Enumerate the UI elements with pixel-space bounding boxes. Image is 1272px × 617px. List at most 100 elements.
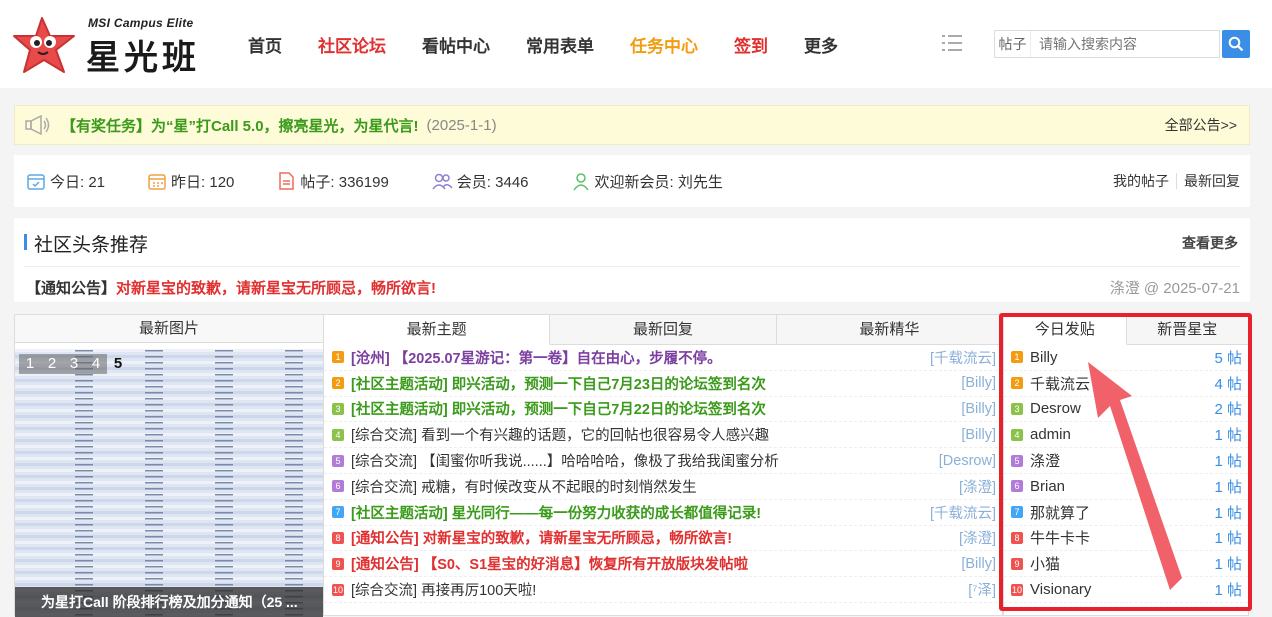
rank-list: 1 Billy 5 帖 2 千载流云 4 帖 3 Desrow 2 帖 4 admin 1 帖 5 涤澄 1… bbox=[1004, 345, 1248, 603]
topic-row[interactable]: 2 [社区主题活动] 即兴活动，预测一下自己7月23日的论坛签到名次 [Billy] bbox=[324, 371, 1002, 397]
topic-row[interactable]: 10 [综合交流] 再接再厉100天啦! [⁷泽] bbox=[324, 577, 1002, 603]
tab-latest-featured[interactable]: 最新精华 bbox=[777, 315, 1002, 344]
tab-latest-replies[interactable]: 最新回复 bbox=[550, 315, 777, 344]
topic-row[interactable]: 7 [社区主题活动] 星光同行——每一份努力收获的成长都值得记录! [千载流云] bbox=[324, 500, 1002, 526]
topic-title[interactable]: [综合交流] 戒糖，有时候改变从不起眼的时刻悄然发生 bbox=[351, 476, 697, 497]
rank-user-name[interactable]: admin bbox=[1030, 426, 1071, 443]
announcement-link[interactable]: 【有奖任务】为“星”打Call 5.0，擦亮星光，为星代言! bbox=[61, 115, 419, 136]
logo-subtitle: MSI Campus Elite bbox=[88, 16, 194, 30]
rank-user-name[interactable]: Visionary bbox=[1030, 581, 1091, 598]
topic-title[interactable]: [通知公告] 对新星宝的致歉，请新星宝无所顾忌，畅所欲言! bbox=[351, 527, 732, 548]
topic-title[interactable]: [综合交流] 看到一个有兴趣的话题，它的回帖也很容易令人感兴趣 bbox=[351, 424, 769, 445]
pager-1[interactable]: 1 bbox=[19, 354, 41, 374]
rank-row[interactable]: 10 Visionary 1 帖 bbox=[1004, 577, 1248, 603]
rank-row[interactable]: 1 Billy 5 帖 bbox=[1004, 345, 1248, 371]
rank-user-name[interactable]: 牛牛卡卡 bbox=[1030, 527, 1090, 548]
rank-number-badge: 2 bbox=[332, 377, 344, 390]
nav-more[interactable]: 更多 bbox=[804, 32, 838, 57]
search-button[interactable] bbox=[1222, 30, 1250, 58]
pager-4[interactable]: 4 bbox=[85, 354, 107, 374]
topic-author[interactable]: [Billy] bbox=[961, 556, 996, 572]
topic-author[interactable]: [千载流云] bbox=[930, 502, 996, 523]
headline-item[interactable]: 【通知公告】对新星宝的致歉，请新星宝无所顾忌，畅所欲言! bbox=[26, 277, 436, 298]
nav-forum[interactable]: 社区论坛 bbox=[318, 32, 386, 57]
list-menu-icon[interactable] bbox=[942, 34, 962, 52]
slideshow-pager: 1 2 3 4 5 bbox=[19, 354, 129, 374]
rank-user-name[interactable]: 那就算了 bbox=[1030, 502, 1090, 523]
site-logo[interactable]: MSI Campus Elite 星光班 bbox=[12, 14, 232, 78]
topic-row[interactable]: 8 [通知公告] 对新星宝的致歉，请新星宝无所顾忌，畅所欲言! [涤澄] bbox=[324, 526, 1002, 552]
rank-row[interactable]: 6 Brian 1 帖 bbox=[1004, 474, 1248, 500]
rank-user-name[interactable]: Desrow bbox=[1030, 400, 1081, 417]
tab-latest-pictures[interactable]: 最新图片 bbox=[15, 315, 323, 343]
topic-category: [综合交流] bbox=[351, 454, 418, 471]
rank-row[interactable]: 2 千载流云 4 帖 bbox=[1004, 371, 1248, 397]
rank-post-count: 4 帖 bbox=[1214, 375, 1242, 393]
rank-user-name[interactable]: 涤澄 bbox=[1030, 450, 1060, 471]
topic-row[interactable]: 3 [社区主题活动] 即兴活动，预测一下自己7月22日的论坛签到名次 [Billy] bbox=[324, 397, 1002, 423]
rank-row[interactable]: 5 涤澄 1 帖 bbox=[1004, 448, 1248, 474]
rank-user-name[interactable]: Billy bbox=[1030, 349, 1058, 366]
rank-row[interactable]: 8 牛牛卡卡 1 帖 bbox=[1004, 526, 1248, 552]
user-icon bbox=[572, 173, 589, 191]
rank-number-badge: 4 bbox=[332, 428, 344, 441]
announcement-date: (2025-1-1) bbox=[426, 116, 497, 134]
nav-signin[interactable]: 签到 bbox=[734, 32, 768, 57]
rank-number-badge: 5 bbox=[332, 454, 344, 467]
my-posts-link[interactable]: 我的帖子 bbox=[1113, 171, 1169, 191]
topic-row[interactable]: 6 [综合交流] 戒糖，有时候改变从不起眼的时刻悄然发生 [涤澄] bbox=[324, 474, 1002, 500]
topic-author[interactable]: [Billy] bbox=[961, 375, 996, 391]
tab-latest-topics[interactable]: 最新主题 bbox=[324, 315, 551, 345]
topic-row[interactable]: 1 [沧州] 【2025.07星游记：第一卷】自在由心，步履不停。 [千载流云] bbox=[324, 345, 1002, 371]
nav-home[interactable]: 首页 bbox=[248, 32, 282, 57]
topic-title[interactable]: [综合交流] 再接再厉100天啦! bbox=[351, 579, 536, 600]
topic-title[interactable]: [社区主题活动] 星光同行——每一份努力收获的成长都值得记录! bbox=[351, 502, 761, 523]
topic-title[interactable]: [沧州] 【2025.07星游记：第一卷】自在由心，步履不停。 bbox=[351, 347, 722, 368]
topic-title[interactable]: [社区主题活动] 即兴活动，预测一下自己7月22日的论坛签到名次 bbox=[351, 398, 766, 419]
view-more-link[interactable]: 查看更多 bbox=[1182, 233, 1238, 253]
picture-slideshow[interactable]: 1 2 3 4 5 为星打Call 阶段排行榜及加分通知（25 ... bbox=[15, 349, 323, 617]
rank-post-count: 1 帖 bbox=[1214, 504, 1242, 522]
nav-forms[interactable]: 常用表单 bbox=[526, 32, 594, 57]
latest-reply-link[interactable]: 最新回复 bbox=[1184, 171, 1240, 191]
rank-row[interactable]: 7 那就算了 1 帖 bbox=[1004, 500, 1248, 526]
topic-title[interactable]: [通知公告] 【S0、S1星宝的好消息】恢复所有开放版块发帖啦 bbox=[351, 553, 748, 574]
nav-tasks[interactable]: 任务中心 bbox=[630, 32, 698, 57]
pager-5[interactable]: 5 bbox=[107, 354, 129, 374]
topic-title[interactable]: [社区主题活动] 即兴活动，预测一下自己7月23日的论坛签到名次 bbox=[351, 373, 766, 394]
stat-today-text: 今日: 21 bbox=[50, 173, 106, 191]
pager-2[interactable]: 2 bbox=[41, 354, 63, 374]
rank-user-name[interactable]: 小猫 bbox=[1030, 553, 1060, 574]
search-input[interactable] bbox=[1031, 31, 1217, 57]
rank-row[interactable]: 3 Desrow 2 帖 bbox=[1004, 397, 1248, 423]
document-icon bbox=[279, 172, 295, 190]
tab-today-posts[interactable]: 今日发贴 bbox=[1004, 315, 1127, 345]
topic-author[interactable]: [⁷泽] bbox=[968, 579, 996, 600]
rank-row[interactable]: 4 admin 1 帖 bbox=[1004, 422, 1248, 449]
topic-author[interactable]: [涤澄] bbox=[959, 527, 996, 548]
tab-new-members[interactable]: 新晋星宝 bbox=[1127, 315, 1249, 344]
stat-new-member-text[interactable]: 欢迎新会员: 刘先生 bbox=[595, 171, 723, 192]
pager-3[interactable]: 3 bbox=[63, 354, 85, 374]
topic-author[interactable]: [千载流云] bbox=[930, 347, 996, 368]
nav-post-center[interactable]: 看帖中心 bbox=[422, 32, 490, 57]
topic-text: 即兴活动，预测一下自己7月22日的论坛签到名次 bbox=[447, 402, 766, 419]
section-marker bbox=[24, 234, 27, 250]
rank-user-name[interactable]: Brian bbox=[1030, 478, 1065, 495]
topic-text: 【S0、S1星宝的好消息】恢复所有开放版块发帖啦 bbox=[418, 557, 749, 574]
search-type-select[interactable]: 帖子 bbox=[995, 31, 1031, 57]
topic-author[interactable]: [Billy] bbox=[961, 401, 996, 417]
topic-row[interactable]: 9 [通知公告] 【S0、S1星宝的好消息】恢复所有开放版块发帖啦 [Billy] bbox=[324, 551, 1002, 578]
rank-number-badge: 6 bbox=[332, 480, 344, 493]
topic-author[interactable]: [Desrow] bbox=[939, 453, 996, 469]
slide-caption[interactable]: 为星打Call 阶段排行榜及加分通知（25 ... bbox=[15, 587, 323, 617]
rank-user-name[interactable]: 千载流云 bbox=[1030, 373, 1090, 394]
headline-section: 社区头条推荐 查看更多 【通知公告】对新星宝的致歉，请新星宝无所顾忌，畅所欲言!… bbox=[14, 218, 1250, 302]
topic-author[interactable]: [Billy] bbox=[961, 427, 996, 443]
topic-title[interactable]: [综合交流] 【闺蜜你听我说......】哈哈哈哈，像极了我给我闺蜜分析 bbox=[351, 450, 779, 471]
topic-author[interactable]: [涤澄] bbox=[959, 476, 996, 497]
all-announcements-link[interactable]: 全部公告>> bbox=[1165, 115, 1237, 135]
topic-row[interactable]: 5 [综合交流] 【闺蜜你听我说......】哈哈哈哈，像极了我给我闺蜜分析 [De… bbox=[324, 448, 1002, 474]
topic-row[interactable]: 4 [综合交流] 看到一个有兴趣的话题，它的回帖也很容易令人感兴趣 [Billy] bbox=[324, 422, 1002, 449]
rank-row[interactable]: 9 小猫 1 帖 bbox=[1004, 551, 1248, 578]
